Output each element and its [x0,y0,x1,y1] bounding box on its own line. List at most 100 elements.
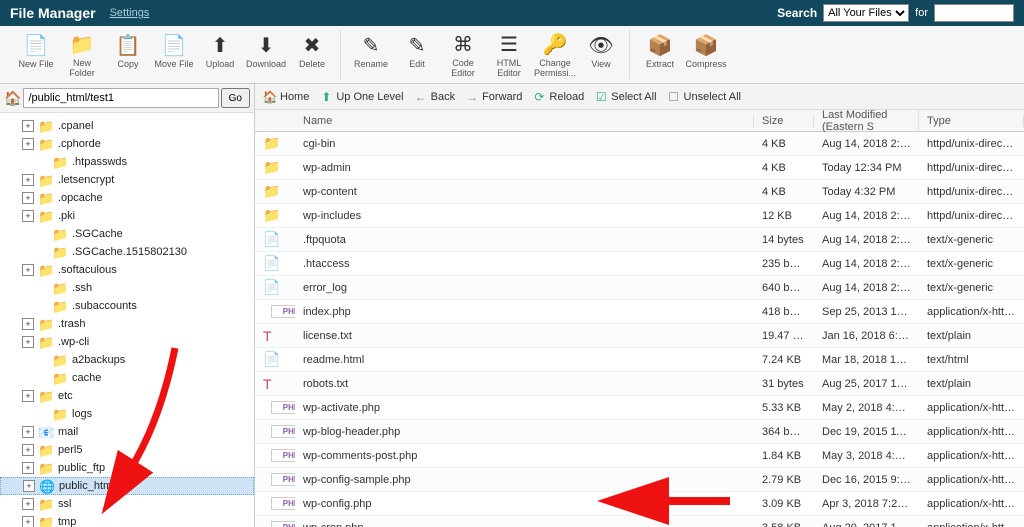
tree-cphorde[interactable]: +📁.cphorde [0,135,254,153]
tree-subaccounts[interactable]: 📁.subaccounts [0,297,254,315]
folder-icon: 📁 [38,317,54,331]
tree-tmp[interactable]: +📁tmp [0,513,254,527]
tree-pki[interactable]: +📁.pki [0,207,254,225]
php-icon: PHP [271,521,295,527]
folder-icon: 📁 [38,461,54,475]
tree-wp-cli[interactable]: +📁.wp-cli [0,333,254,351]
download-button[interactable]: ⬇Download [244,30,288,79]
tree-cache[interactable]: 📁cache [0,369,254,387]
expand-icon[interactable]: + [22,444,34,456]
file-row[interactable]: 📁 wp-admin 4 KB Today 12:34 PM httpd/uni… [255,156,1024,180]
file-row[interactable]: PHP index.php 418 bytes Sep 25, 2013 12:… [255,300,1024,324]
file-row[interactable]: 📁 wp-content 4 KB Today 4:32 PM httpd/un… [255,180,1024,204]
col-size[interactable]: Size [754,115,814,127]
expand-icon[interactable]: + [22,264,34,276]
tree-logs[interactable]: 📁logs [0,405,254,423]
check-icon: ☑ [594,90,608,104]
nav-home[interactable]: 🏠Home [263,90,309,104]
file-row[interactable]: 📄 readme.html 7.24 KB Mar 18, 2018 10:43… [255,348,1024,372]
expand-icon[interactable]: + [22,390,34,402]
file-row[interactable]: T license.txt 19.47 KB Jan 16, 2018 6:10… [255,324,1024,348]
tree-opcache[interactable]: +📁.opcache [0,189,254,207]
nav-unselect-all[interactable]: ☐Unselect All [667,90,741,104]
file-row[interactable]: 📄 .htaccess 235 bytes Aug 14, 2018 2:13 … [255,252,1024,276]
settings-link[interactable]: Settings [110,7,150,19]
tree-perl5[interactable]: +📁perl5 [0,441,254,459]
path-input[interactable] [23,88,218,108]
tree-mail[interactable]: +📧mail [0,423,254,441]
tree-ssl[interactable]: +📁ssl [0,495,254,513]
nav-back[interactable]: ←Back [414,90,455,104]
tree-softaculous[interactable]: +📁.softaculous [0,261,254,279]
expand-icon[interactable]: + [22,462,34,474]
expand-icon[interactable]: + [22,174,34,186]
nav-up[interactable]: ⬆Up One Level [319,90,403,104]
rename-button[interactable]: ✎Rename [349,30,393,79]
expand-icon[interactable]: + [22,192,34,204]
nav-select-all[interactable]: ☑Select All [594,90,656,104]
file-row[interactable]: PHP wp-activate.php 5.33 KB May 2, 2018 … [255,396,1024,420]
expand-icon[interactable]: + [22,318,34,330]
code-editor-button[interactable]: ⌘Code Editor [441,30,485,79]
delete-button[interactable]: ✖Delete [290,30,334,79]
tree-ssh[interactable]: 📁.ssh [0,279,254,297]
folder-icon: 📁 [38,515,54,527]
topbar: File Manager Settings Search All Your Fi… [0,0,1024,26]
expand-icon[interactable]: + [22,336,34,348]
tree-trash[interactable]: +📁.trash [0,315,254,333]
file-row[interactable]: PHP wp-comments-post.php 1.84 KB May 3, … [255,444,1024,468]
nav-reload[interactable]: ⟳Reload [532,90,584,104]
dir-icon: 📁 [263,159,280,175]
col-type[interactable]: Type [919,115,1024,127]
file-row[interactable]: 📄 error_log 640 bytes Aug 14, 2018 2:21 … [255,276,1024,300]
upload-button[interactable]: ⬆Upload [198,30,242,79]
dir-icon: 📁 [263,135,280,151]
expand-icon[interactable]: + [22,426,34,438]
file-row[interactable]: PHP wp-config-sample.php 2.79 KB Dec 16,… [255,468,1024,492]
go-button[interactable]: Go [221,88,250,108]
pathbar: 🏠 Go [0,84,254,113]
tree-htpasswds[interactable]: 📁.htpasswds [0,153,254,171]
file-row[interactable]: 📁 cgi-bin 4 KB Aug 14, 2018 2:12 PM http… [255,132,1024,156]
expand-icon[interactable]: + [22,138,34,150]
expand-icon[interactable]: + [22,498,34,510]
compress-button[interactable]: 📦Compress [684,30,728,79]
file-row[interactable]: PHP wp-cron.php 3.58 KB Aug 20, 2017 11:… [255,516,1024,527]
col-date[interactable]: Last Modified (Eastern S [814,109,919,133]
tree-letsencrypt[interactable]: +📁.letsencrypt [0,171,254,189]
change-perm-button[interactable]: 🔑Change Permissi... [533,30,577,79]
expand-icon[interactable]: + [23,480,35,492]
php-icon: PHP [271,473,295,486]
copy-icon: 📋 [115,32,141,58]
expand-icon[interactable]: + [22,120,34,132]
tree-cpanel[interactable]: +📁.cpanel [0,117,254,135]
copy-button[interactable]: 📋Copy [106,30,150,79]
search-input[interactable] [934,4,1014,22]
nav-forward[interactable]: →Forward [465,90,522,104]
view-button[interactable]: 👁View [579,30,623,79]
folder-icon: 📁 [38,209,54,223]
html-editor-button[interactable]: ☰HTML Editor [487,30,531,79]
tree-SGCache1515802130[interactable]: 📁.SGCache.1515802130 [0,243,254,261]
move-file-button[interactable]: 📄Move File [152,30,196,79]
file-row[interactable]: 📁 wp-includes 12 KB Aug 14, 2018 2:13 PM… [255,204,1024,228]
file-row[interactable]: 📄 .ftpquota 14 bytes Aug 14, 2018 2:16 P… [255,228,1024,252]
tree-a2backups[interactable]: 📁a2backups [0,351,254,369]
expand-icon[interactable]: + [22,210,34,222]
home-icon[interactable]: 🏠 [4,90,21,107]
search-filter[interactable]: All Your Files [823,4,909,22]
edit-button[interactable]: ✎Edit [395,30,439,79]
tree-public_ftp[interactable]: +📁public_ftp [0,459,254,477]
col-name[interactable]: Name [295,115,754,127]
file-row[interactable]: PHP wp-config.php 3.09 KB Apr 3, 2018 7:… [255,492,1024,516]
file-row[interactable]: PHP wp-blog-header.php 364 bytes Dec 19,… [255,420,1024,444]
code-editor-icon: ⌘ [450,32,476,57]
tree-SGCache[interactable]: 📁.SGCache [0,225,254,243]
file-row[interactable]: T robots.txt 31 bytes Aug 25, 2017 12:00… [255,372,1024,396]
new-file-button[interactable]: 📄New File [14,30,58,79]
extract-button[interactable]: 📦Extract [638,30,682,79]
tree-etc[interactable]: +📁etc [0,387,254,405]
new-folder-button[interactable]: 📁New Folder [60,30,104,79]
tree-public_html[interactable]: +🌐public_html [0,477,254,495]
expand-icon[interactable]: + [22,516,34,527]
